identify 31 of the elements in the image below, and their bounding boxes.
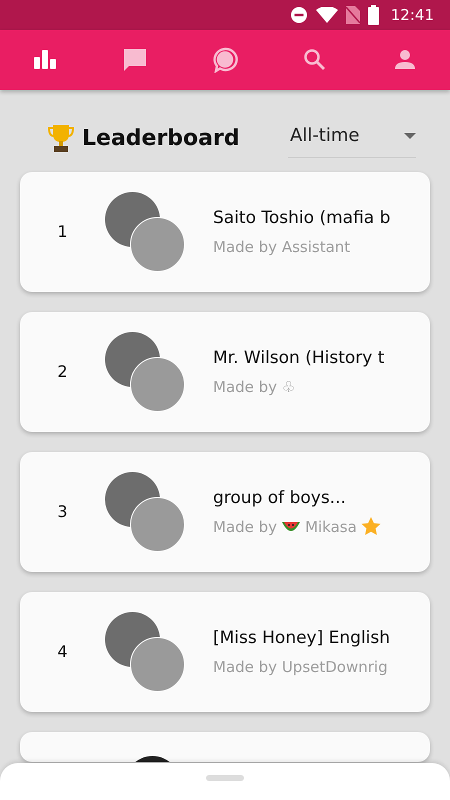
rank-number: 3 — [56, 501, 69, 523]
wifi-icon — [316, 7, 338, 23]
creator-text: Made by ♧ — [213, 376, 296, 398]
leaderboard-card[interactable]: 2 Mr. Wilson (History t Made by ♧ — [20, 312, 430, 432]
rank-number: 2 — [56, 361, 69, 383]
battery-icon — [368, 5, 379, 25]
rank-number: 1 — [56, 221, 69, 243]
leaderboard-card[interactable]: 4 [Miss Honey] English Made by UpsetDownrig — [20, 592, 430, 712]
character-name: Mr. Wilson (History t — [213, 347, 384, 370]
chat-bubble-icon — [212, 47, 238, 73]
trophy-icon — [48, 124, 74, 152]
caret-icon — [404, 132, 416, 138]
star-icon — [360, 517, 381, 536]
do-not-disturb-icon — [290, 6, 308, 24]
creator-text: Made by UpsetDownrig — [213, 656, 388, 678]
character-name: [Miss Honey] English — [213, 627, 390, 650]
creator-text: Made by — [213, 516, 278, 538]
watermelon-icon — [281, 520, 302, 534]
period-dropdown[interactable]: All-time — [288, 118, 416, 158]
message-icon — [122, 47, 148, 73]
rank-number: 4 — [56, 641, 69, 663]
no-sim-icon — [346, 6, 360, 24]
character-name: Saito Toshio (mafia b — [213, 207, 390, 230]
creator-text: Made by Assistant — [213, 236, 350, 258]
leaderboard-card[interactable]: 1 Saito Toshio (mafia b Made by Assistant — [20, 172, 430, 292]
creator-text: Mikasa — [305, 516, 357, 538]
status-time: 12:41 — [390, 4, 434, 26]
drag-handle[interactable] — [206, 775, 244, 781]
leaderboard-title: Leaderboard — [82, 124, 240, 152]
leaderboard-card[interactable]: 3 group of boys... Made by Mikasa — [20, 452, 430, 572]
character-name: group of boys... — [213, 487, 347, 510]
